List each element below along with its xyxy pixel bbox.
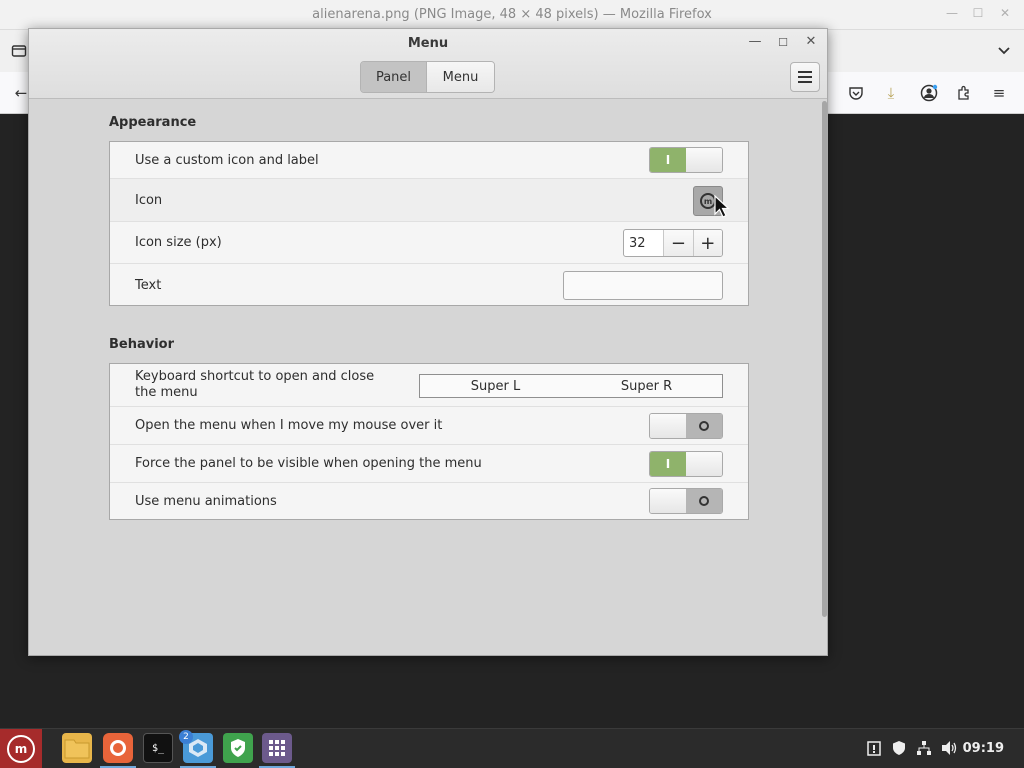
hover-label: Open the menu when I move my mouse over … — [135, 418, 443, 433]
shortcut-super-r[interactable]: Super R — [571, 375, 722, 397]
clock[interactable]: 09:19 — [963, 741, 1004, 756]
behavior-section-title: Behavior — [109, 337, 175, 352]
icon-size-row: Icon size (px) 32 − + — [110, 222, 748, 264]
text-row: Text — [110, 264, 748, 305]
animations-row: Use menu animations — [110, 483, 748, 519]
switch-on-glyph: I — [650, 148, 686, 172]
panel-visible-switch[interactable]: I — [649, 451, 723, 477]
app-menu-icon[interactable]: ≡ — [988, 82, 1010, 104]
hover-switch[interactable] — [649, 413, 723, 439]
switch-off-ring-icon — [699, 496, 709, 506]
switch-on-glyph: I — [650, 452, 686, 476]
volume-tray-icon[interactable] — [941, 739, 959, 757]
pocket-icon[interactable] — [845, 82, 867, 104]
firefox-maximize-icon[interactable]: ☐ — [969, 6, 987, 20]
start-menu-button[interactable]: m — [0, 729, 42, 768]
firefox-close-icon[interactable]: ✕ — [996, 6, 1014, 20]
linux-mint-logo-icon: m — [7, 735, 35, 763]
appearance-box: Use a custom icon and label I Icon m Ico… — [109, 141, 749, 306]
tab-menu[interactable]: Menu — [427, 62, 494, 92]
dialog-headerbar: Menu — ☐ ✕ Panel Menu — [29, 29, 827, 99]
minus-icon[interactable]: − — [663, 230, 693, 256]
dialog-maximize-icon[interactable]: ☐ — [773, 36, 793, 54]
icon-size-spinbutton: 32 − + — [623, 229, 723, 257]
dialog-minimize-icon[interactable]: — — [745, 34, 765, 52]
icon-row: Icon m — [110, 179, 748, 222]
mouse-cursor-icon — [714, 195, 731, 218]
list-all-tabs-icon[interactable] — [993, 40, 1015, 62]
dialog-title: Menu — [407, 36, 449, 51]
animations-switch[interactable] — [649, 488, 723, 514]
firefox-titlebar: alienarena.png (PNG Image, 48 × 48 pixel… — [0, 0, 1024, 30]
update-manager-icon[interactable]: 2 — [179, 730, 213, 763]
menu-settings-dialog: Menu — ☐ ✕ Panel Menu Appearance Use a c… — [28, 28, 828, 656]
taskbar: m $_ 2 09:19 — [0, 728, 1024, 768]
custom-icon-row: Use a custom icon and label I — [110, 142, 748, 179]
network-tray-icon[interactable] — [915, 739, 933, 757]
custom-icon-switch[interactable]: I — [649, 147, 723, 173]
firefox-view-icon[interactable] — [8, 40, 30, 62]
icon-size-label: Icon size (px) — [135, 235, 222, 250]
hamburger-menu-button[interactable] — [790, 62, 820, 92]
shortcut-label: Keyboard shortcut to open and close the … — [135, 369, 375, 400]
extensions-icon[interactable] — [953, 82, 975, 104]
downloads-icon[interactable]: ⤓ — [880, 82, 902, 104]
page-switcher: Panel Menu — [360, 61, 495, 93]
scrollbar[interactable] — [822, 101, 827, 617]
terminal-app-icon[interactable]: $_ — [143, 733, 173, 763]
app-grid-icon[interactable] — [262, 733, 292, 763]
clipboard-tray-icon[interactable] — [865, 739, 883, 757]
firefox-minimize-icon[interactable]: — — [943, 6, 961, 20]
keybinding-widget: Super L Super R — [419, 374, 723, 398]
shortcut-super-l[interactable]: Super L — [420, 375, 571, 397]
account-icon[interactable] — [918, 82, 940, 104]
appearance-section-title: Appearance — [109, 115, 197, 130]
shortcut-row: Keyboard shortcut to open and close the … — [110, 364, 748, 407]
icon-label: Icon — [135, 193, 163, 208]
icon-size-value[interactable]: 32 — [624, 230, 663, 256]
panel-visible-row: Force the panel to be visible when openi… — [110, 445, 748, 483]
panel-visible-label: Force the panel to be visible when openi… — [135, 456, 482, 471]
update-count-badge: 2 — [179, 730, 193, 744]
shield-tray-icon[interactable] — [890, 739, 908, 757]
shield-app-icon[interactable] — [223, 733, 253, 763]
hamburger-icon — [798, 71, 812, 83]
files-app-icon[interactable] — [62, 733, 92, 763]
hover-row: Open the menu when I move my mouse over … — [110, 407, 748, 445]
text-label: Text — [135, 278, 162, 293]
custom-icon-label: Use a custom icon and label — [135, 153, 319, 168]
text-input[interactable] — [563, 271, 723, 300]
tab-panel[interactable]: Panel — [361, 62, 427, 92]
switch-off-ring-icon — [699, 421, 709, 431]
animations-label: Use menu animations — [135, 494, 277, 509]
plus-icon[interactable]: + — [692, 230, 722, 256]
dialog-close-icon[interactable]: ✕ — [801, 34, 821, 52]
firefox-window-title: alienarena.png (PNG Image, 48 × 48 pixel… — [312, 7, 712, 22]
behavior-box: Keyboard shortcut to open and close the … — [109, 363, 749, 520]
firefox-app-icon[interactable] — [103, 733, 133, 763]
